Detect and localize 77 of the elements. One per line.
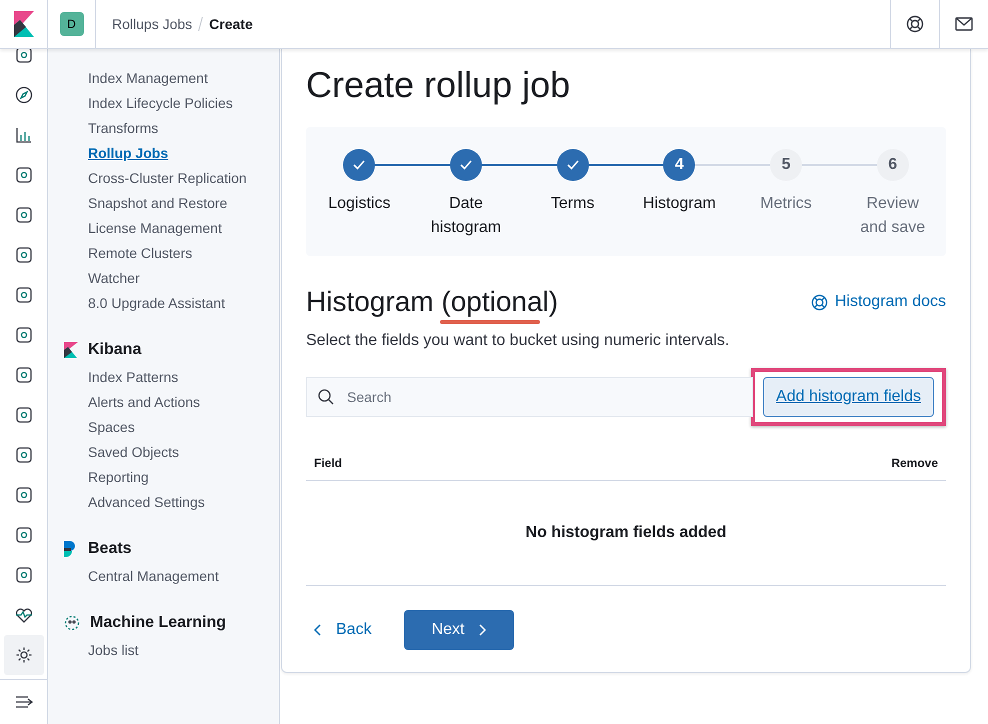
nav-link[interactable]: Saved Objects [88, 440, 279, 465]
nav-link[interactable]: Index Patterns [88, 365, 279, 390]
nav-link[interactable]: 8.0 Upgrade Assistant [88, 291, 279, 316]
app-icon[interactable] [14, 166, 32, 184]
app-icon[interactable] [14, 366, 32, 384]
app-icon[interactable] [14, 286, 32, 304]
nav-link[interactable]: Alerts and Actions [88, 390, 279, 415]
step-label: Date histogram [430, 194, 502, 238]
step-indicator[interactable] [343, 149, 376, 181]
nav-link[interactable]: Remote Clusters [88, 241, 279, 266]
kibana-logo-icon [64, 342, 78, 358]
nav-link[interactable]: Watcher [88, 266, 279, 291]
search-icon [318, 389, 334, 405]
step-indicator[interactable]: 6 [876, 149, 909, 181]
app-icon[interactable] [14, 206, 32, 224]
description-text: Select the fields you want to bucket using numeric intervals. [306, 332, 730, 350]
chevron-left-icon [314, 624, 322, 636]
app-icon[interactable] [14, 566, 32, 584]
nav-link[interactable]: Advanced Settings [88, 490, 279, 515]
app-icon[interactable] [14, 46, 32, 64]
empty-message: No histogram fields added [526, 524, 726, 542]
space-avatar[interactable]: D [60, 12, 84, 36]
app-icon[interactable] [14, 326, 32, 344]
step-indicator[interactable] [556, 149, 589, 181]
nav-link[interactable]: Transforms [88, 116, 279, 141]
nav-link[interactable]: Jobs list [88, 638, 279, 663]
nav-link[interactable]: Rollup Jobs [88, 141, 279, 166]
check-icon [460, 160, 472, 170]
nav-link[interactable]: License Management [88, 216, 279, 241]
step-indicator[interactable] [450, 149, 482, 181]
check-icon [353, 160, 366, 170]
step-label: Terms [550, 194, 596, 214]
breadcrumb[interactable]: Rollups Jobs [112, 16, 192, 32]
add-fields-button[interactable]: Add histogram fields [763, 377, 934, 417]
menu-icon[interactable] [14, 695, 32, 709]
help-icon[interactable] [906, 15, 924, 33]
nav-section-title: Kibana [88, 341, 142, 359]
nav-link[interactable]: Index Management [88, 66, 279, 91]
mail-icon[interactable] [955, 17, 973, 31]
app-icon[interactable] [14, 446, 32, 464]
kibana-logo-icon[interactable] [14, 11, 34, 37]
heartbeat-icon[interactable] [14, 607, 32, 623]
next-button[interactable]: Next [404, 610, 514, 650]
bar-chart-icon[interactable] [14, 126, 32, 144]
settings-icon[interactable] [14, 646, 32, 664]
nav-link[interactable]: Spaces [88, 415, 279, 440]
help-icon [810, 294, 828, 310]
app-icon[interactable] [14, 486, 32, 504]
nav-section-title: Machine Learning [90, 614, 226, 632]
nav-link[interactable]: Index Lifecycle Policies [88, 91, 279, 116]
nav-section-title: Beats [88, 540, 132, 558]
page-title: Create rollup job [306, 63, 572, 107]
app-icon[interactable] [14, 246, 32, 264]
beats-logo-icon [64, 541, 78, 557]
nav-link[interactable]: Snapshot and Restore [88, 191, 279, 216]
step-label: Logistics [327, 194, 392, 214]
step-label: Review and save [859, 194, 926, 238]
nav-link[interactable]: Reporting [88, 465, 279, 490]
column-header: Remove [891, 456, 938, 470]
step-label: Histogram [642, 194, 717, 214]
docs-link[interactable]: Histogram docs [810, 293, 946, 311]
chevron-right-icon [478, 624, 486, 636]
nav-link[interactable]: Cross-Cluster Replication [88, 166, 279, 191]
machine-learning-icon [64, 615, 80, 631]
step-indicator[interactable]: 5 [770, 149, 802, 181]
column-header: Field [314, 456, 342, 470]
app-icon[interactable] [14, 526, 32, 544]
step-indicator[interactable]: 4 [663, 149, 696, 181]
step-label: Metrics [759, 194, 813, 214]
section-title: Histogram (optional) [306, 285, 558, 319]
nav-link[interactable]: Central Management [88, 564, 279, 589]
search-field[interactable]: Search [306, 377, 754, 417]
check-icon [566, 160, 579, 170]
compass-icon[interactable] [14, 86, 32, 104]
breadcrumb: Create [209, 16, 253, 32]
back-button[interactable]: Back [306, 611, 380, 649]
app-icon[interactable] [14, 406, 32, 424]
